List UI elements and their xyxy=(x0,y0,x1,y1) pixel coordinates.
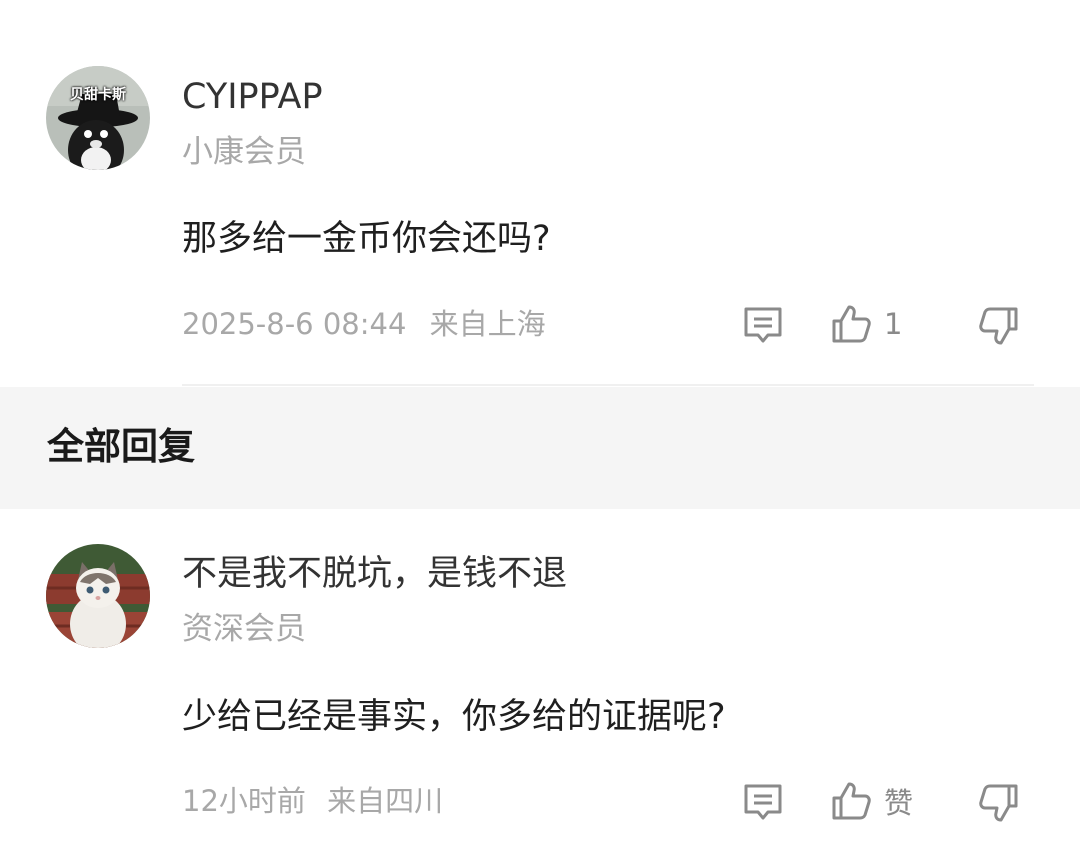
comment-meta: 2025-8-6 08:44 来自上海 xyxy=(182,310,546,339)
like-button[interactable]: 赞 xyxy=(830,780,913,822)
avatar[interactable]: 贝甜卡斯 xyxy=(46,66,150,170)
comment-text: 少给已经是事实，你多给的证据呢? xyxy=(182,697,726,737)
like-label: 赞 xyxy=(884,786,914,820)
avatar[interactable] xyxy=(46,544,150,648)
comment-location: 来自四川 xyxy=(327,784,444,818)
like-button[interactable]: 1 xyxy=(830,303,902,345)
divider xyxy=(182,384,1034,386)
section-title: 全部回复 xyxy=(47,425,195,468)
comment-icon xyxy=(742,305,784,345)
comment-time: 2025-8-6 08:44 xyxy=(182,307,407,341)
thumbs-down-icon xyxy=(978,782,1020,824)
comment-time: 12小时前 xyxy=(182,784,306,818)
username[interactable]: 不是我不脱坑，是钱不退 xyxy=(182,557,567,592)
avatar-caption: 贝甜卡斯 xyxy=(70,87,126,103)
comment-icon xyxy=(742,782,784,822)
comment-location: 来自上海 xyxy=(429,307,546,341)
thumbs-up-icon xyxy=(830,780,872,822)
member-badge: 资深会员 xyxy=(182,611,306,647)
comment-text: 那多给一金币你会还吗? xyxy=(182,219,551,259)
thumbs-up-icon xyxy=(830,303,872,345)
reply-button[interactable] xyxy=(742,305,784,345)
comment-item: 贝甜卡斯 CYIPPAP 小康会员 那多给一金币你会还吗? 2025-8-6 0… xyxy=(0,0,1080,387)
dislike-button[interactable] xyxy=(978,305,1020,347)
member-badge: 小康会员 xyxy=(182,134,306,170)
reply-item: 不是我不脱坑，是钱不退 资深会员 少给已经是事实，你多给的证据呢? 12小时前 … xyxy=(0,509,1080,857)
dislike-button[interactable] xyxy=(978,782,1020,824)
reply-button[interactable] xyxy=(742,782,784,822)
thumbs-down-icon xyxy=(978,305,1020,347)
username[interactable]: CYIPPAP xyxy=(182,80,323,115)
like-count: 1 xyxy=(884,307,903,341)
comment-meta: 12小时前 来自四川 xyxy=(182,787,443,816)
